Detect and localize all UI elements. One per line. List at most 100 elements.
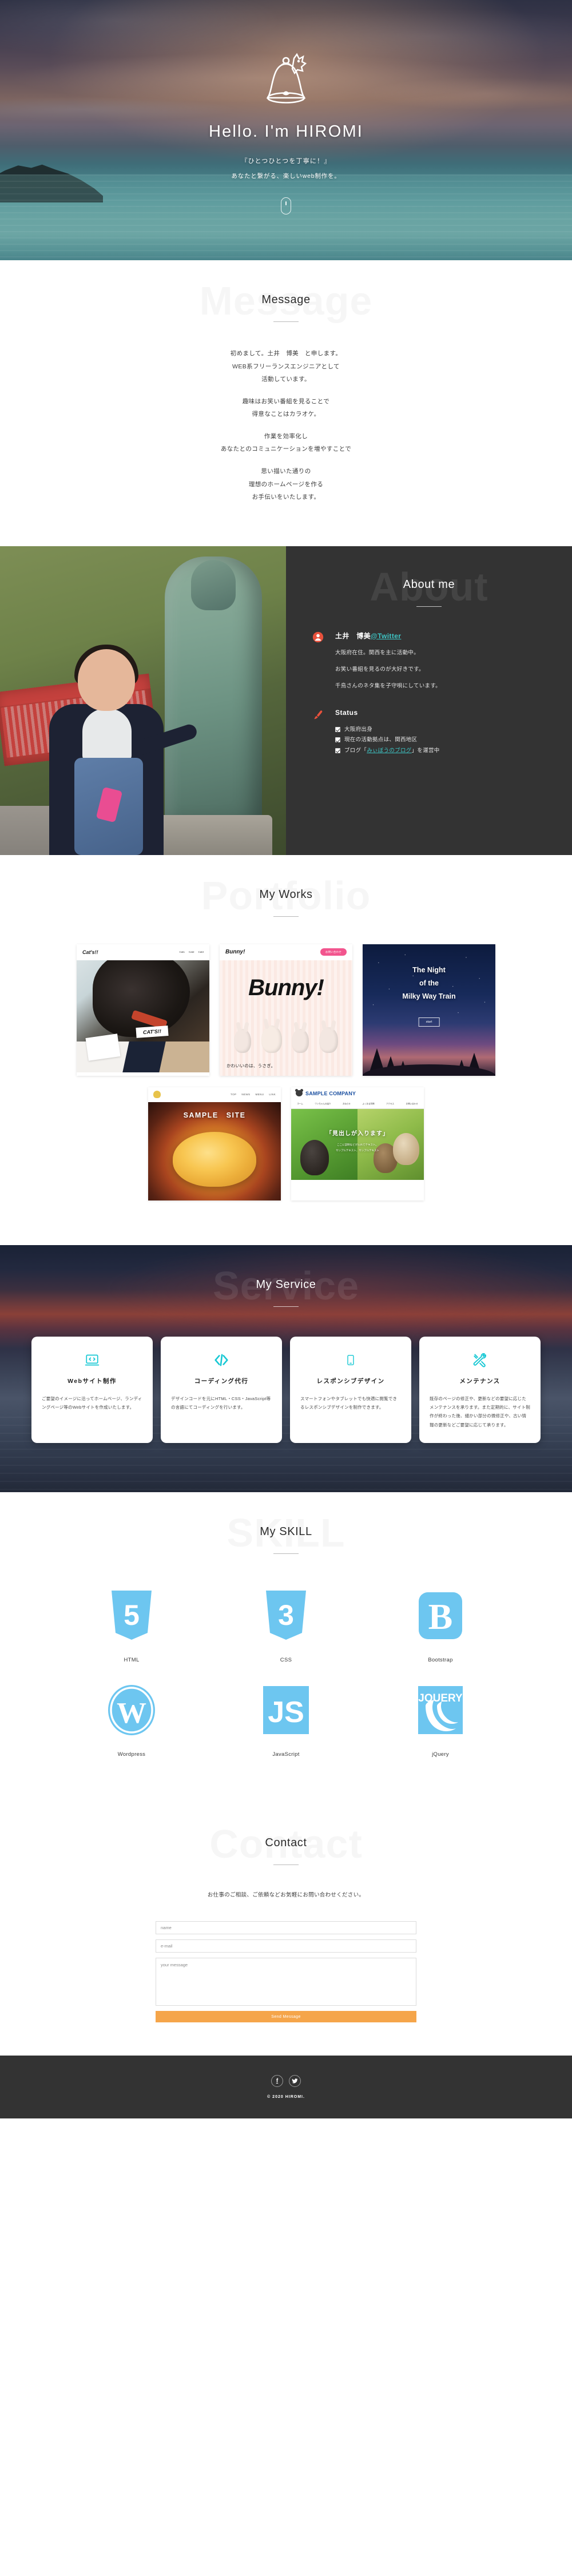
- sample-company-nav-item[interactable]: おねらせ: [343, 1103, 351, 1106]
- checkbox-checked-icon: [335, 748, 340, 753]
- skill-item: B Bootstrap: [363, 1584, 518, 1663]
- message-line: 理想のホームページを作る: [248, 480, 324, 488]
- javascript-icon: JS: [263, 1678, 309, 1742]
- css3-icon: 3: [265, 1584, 307, 1648]
- milky-way-title: The Night of the Milky Way Train: [363, 964, 495, 1003]
- work-card-sample-site[interactable]: TOP NEWS MENU LINK SAMPLE SITE: [148, 1087, 281, 1200]
- email-input[interactable]: [156, 1939, 416, 1953]
- cats-site-header: Cat's!! Cat1 Cat2 Cat3: [77, 944, 209, 960]
- service-section: Service My Service Webサイト制作 ご要望のイメージに沿ってホ…: [0, 1245, 572, 1493]
- status-item-text: ブログ「みぃぼうのブログ」を運営中: [344, 747, 440, 754]
- message-paragraph: 趣味はお笑い番組を見ることで 得意なことはカラオケ。: [0, 395, 572, 421]
- cats-site-nav-item[interactable]: Cat2: [189, 951, 194, 953]
- sample-site-nav-item[interactable]: MENU: [256, 1093, 264, 1096]
- skill-label: jQuery: [432, 1751, 449, 1758]
- hero-title: Hello. I'm HIROMI: [208, 122, 364, 141]
- sample-site-nav: TOP NEWS MENU LINK: [231, 1093, 276, 1096]
- sample-company-logo-icon: [295, 1089, 303, 1097]
- sample-company-subtext-line-2: サンプルテキスト、サンプルテキスト: [336, 1148, 379, 1152]
- service-card: コーディング代行 デザインコードを元にHTML・CSS・JavaScript等の言…: [161, 1336, 282, 1444]
- portfolio-section: Portfolio My Works Cat's!! Cat1Cat2Cat3 …: [0, 854, 572, 1245]
- work-card-milky-way[interactable]: The Night of the Milky Way Train start: [363, 944, 495, 1076]
- code-brackets-icon: [171, 1351, 272, 1369]
- contact-form: Send Message: [156, 1921, 416, 2023]
- message-line: 作業を効率化し: [264, 432, 308, 440]
- sample-company-hero-image: 「見出しが入ります」 ここに説明などが入れてテキスト。 サンプルテキスト、サンプ…: [291, 1108, 424, 1180]
- sample-company-nav: ホーム ワンちゃんの紹介 おねらせ よくある質問 アクセス お問い合わせ: [291, 1099, 424, 1109]
- sample-company-header: SAMPLE COMPANY: [291, 1087, 424, 1100]
- service-card: レスポンシブデザイン スマートフォンやタブレットでも快適に閲覧できるレスポンシブデ…: [290, 1336, 411, 1444]
- service-card-grid: Webサイト制作 ご要望のイメージに沿ってホームページ、ランディングページ等のWe…: [0, 1336, 572, 1444]
- cats-site-hero-image: CAT'S!!: [77, 960, 209, 1041]
- facebook-icon[interactable]: f: [271, 2075, 283, 2088]
- work-card-sample-company[interactable]: SAMPLE COMPANY ホーム ワンちゃんの紹介 おねらせ よくある質問 アクセス…: [291, 1087, 424, 1200]
- message-textarea[interactable]: [156, 1958, 416, 2006]
- about-section: About About me 土井 博美@Twitter 大阪府在住。関西を主に…: [0, 546, 572, 855]
- sample-company-name: SAMPLE COMPANY: [305, 1090, 356, 1096]
- sample-site-hero-image: SAMPLE SITE: [148, 1102, 281, 1200]
- about-bio-line-3: 千鳥さんのネタ集を子守唄にしています。: [335, 682, 441, 689]
- sample-company-nav-item[interactable]: ワンちゃんの紹介: [315, 1103, 331, 1106]
- service-card-description: デザインコードを元にHTML・CSS・JavaScript等の言語にてコーディン…: [171, 1396, 271, 1410]
- work-card-bunny[interactable]: Bunny! お問い合わせ Bunny! かわいいのは、うさぎ。: [220, 944, 352, 1076]
- sample-company-nav-item[interactable]: お問い合わせ: [406, 1103, 418, 1106]
- status-item-text: 大阪府出身: [344, 726, 373, 733]
- service-card: Webサイト制作 ご要望のイメージに沿ってホームページ、ランディングページ等のWe…: [31, 1336, 153, 1444]
- service-card-description: ご要望のイメージに沿ってホームページ、ランディングページ等のWebサイトを作成い…: [42, 1396, 142, 1410]
- work-card-cats[interactable]: Cat's!! Cat1 Cat2 Cat3 CAT'S!!: [77, 944, 209, 1076]
- about-twitter-link[interactable]: @Twitter: [371, 632, 401, 640]
- hero-tagline: 『ひとつひとつを丁寧に！』: [241, 158, 331, 165]
- service-card: メンテナンス 既存のページの修正や、更新などの要望に応じたメンテナンスを承ります。…: [419, 1336, 541, 1444]
- bunny-site-caption: かわいいのは、うさぎ。: [220, 1056, 352, 1076]
- skill-item: JQUERY jQuery: [363, 1678, 518, 1758]
- sample-site-logo-icon: [153, 1091, 161, 1099]
- hero-subtitle: あなたと繋がる、楽しいweb制作を。: [231, 173, 341, 180]
- contact-section: Contact Contact お仕事のご相談、ご依頼などお気軽にお問い合わせく…: [0, 1803, 572, 2056]
- photo-statue-decoration: [165, 556, 262, 825]
- scroll-mouse-icon[interactable]: [281, 197, 291, 214]
- social-links: f: [271, 2075, 301, 2088]
- checkbox-checked-icon: [335, 737, 340, 743]
- sample-site-nav-item[interactable]: LINK: [269, 1093, 276, 1096]
- sample-company-nav-item[interactable]: アクセス: [386, 1103, 394, 1106]
- message-paragraph: 初めまして。土井 博美 と申します。 WEB系フリーランスエンジニアとして 活動して…: [0, 347, 572, 386]
- status-list-item: ブログ「みぃぼうのブログ」を運営中: [335, 746, 546, 757]
- svg-text:B: B: [428, 1596, 453, 1637]
- send-message-button[interactable]: Send Message: [156, 2011, 416, 2023]
- bunny-site-contact-badge[interactable]: お問い合わせ: [320, 948, 347, 956]
- milky-way-title-line-2: of the: [419, 979, 439, 987]
- status-item-text: 現在の活動拠点は、関西地区: [344, 737, 418, 744]
- skill-item: JS JavaScript: [209, 1678, 363, 1758]
- twitter-bird-icon: [292, 2078, 298, 2084]
- brush-icon: [312, 709, 327, 757]
- photo-person-decoration: [45, 644, 199, 855]
- contact-lead-text: お仕事のご相談、ご依頼などお気軽にお問い合わせください。: [207, 1892, 365, 1899]
- blog-link[interactable]: みぃぼうのブログ: [367, 748, 411, 754]
- cats-site-nav-item[interactable]: Cat3: [198, 951, 204, 953]
- skill-label: CSS: [280, 1657, 292, 1664]
- message-line: 得意なことはカラオケ。: [252, 411, 320, 418]
- skill-label: Bootstrap: [428, 1657, 453, 1664]
- cats-site-nav-item[interactable]: Cat1: [179, 951, 185, 953]
- hero-section: Hello. I'm HIROMI 『ひとつひとつを丁寧に！』 あなたと繋がる、…: [0, 0, 572, 260]
- sample-company-nav-item[interactable]: ホーム: [297, 1103, 303, 1106]
- skill-title: My SKILL: [260, 1525, 312, 1539]
- about-bio-line-1: 大阪府在住。関西を主に活動中。: [335, 649, 420, 656]
- sample-site-nav-item[interactable]: NEWS: [241, 1093, 250, 1096]
- skill-label: Wordpress: [117, 1751, 146, 1758]
- skill-section: SKILL My SKILL 5HTML3CSSBBootstrapWWordp…: [0, 1492, 572, 1804]
- message-divider: [273, 321, 299, 322]
- skill-label: JavaScript: [272, 1751, 300, 1758]
- milky-way-start-button[interactable]: start: [418, 1017, 440, 1027]
- tools-icon: [430, 1351, 530, 1369]
- about-divider: [416, 606, 442, 607]
- sample-company-nav-item[interactable]: よくある質問: [363, 1103, 375, 1106]
- sample-site-nav-item[interactable]: TOP: [231, 1093, 236, 1096]
- cats-site-footer-image: [77, 1041, 209, 1072]
- twitter-icon[interactable]: [289, 2075, 301, 2088]
- contact-title: Contact: [265, 1836, 307, 1850]
- name-input[interactable]: [156, 1921, 416, 1935]
- message-body: 初めまして。土井 博美 と申します。 WEB系フリーランスエンジニアとして 活動して…: [0, 347, 572, 504]
- sample-company-subtext-line-1: ここに説明などが入れてテキスト。: [337, 1143, 378, 1146]
- about-name: 土井 博美@Twitter: [335, 631, 441, 641]
